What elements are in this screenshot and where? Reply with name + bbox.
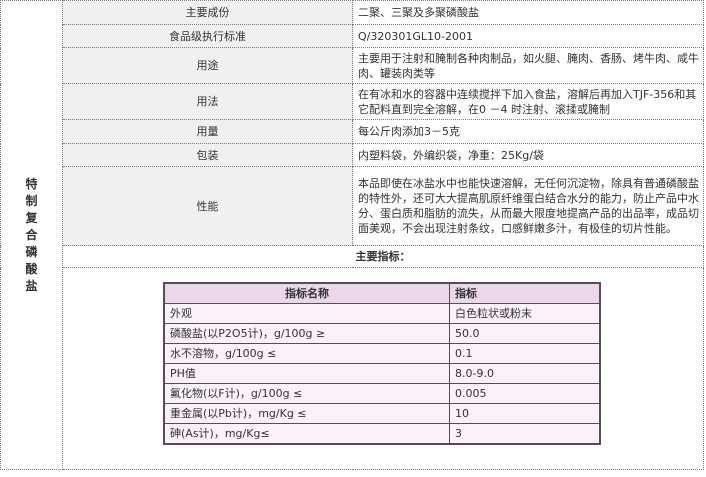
spec-name: 磷酸盐(以P2O5计)，g/100g ≥ <box>163 323 450 344</box>
table-row: 水不溶物，g/100g ≤ 0.1 <box>163 343 601 364</box>
spec-value: 50.0 <box>449 323 601 344</box>
side-title-cell: 特制复合磷酸盐 <box>0 0 63 470</box>
table-row: 氟化物(以F计)，g/100g ≤ 0.005 <box>163 383 601 404</box>
row-label-ingredients: 主要成份 <box>62 0 353 25</box>
row-label-performance: 性能 <box>62 166 353 246</box>
spec-value: 3 <box>449 423 601 445</box>
row-value-ingredients: 二聚、三聚及多聚磷酸盐 <box>352 0 704 25</box>
spec-name: 外观 <box>163 303 450 324</box>
spec-value: 0.005 <box>449 383 601 404</box>
spec-value: 8.0-9.0 <box>449 363 601 384</box>
table-row: 外观 白色粒状或粉末 <box>163 303 601 324</box>
row-label-dosage: 用量 <box>62 119 353 144</box>
spec-table: 指标名称 指标 外观 白色粒状或粉末 磷酸盐(以P2O5计)，g/100g ≥ … <box>163 282 601 445</box>
row-value-standard: Q/320301GL10-2001 <box>352 24 704 48</box>
spec-name: 水不溶物，g/100g ≤ <box>163 343 450 364</box>
table-row: PH值 8.0-9.0 <box>163 363 601 384</box>
row-value-performance: 本品即使在冰盐水中也能快速溶解，无任何沉淀物，除具有普通磷酸盐的特性外，还可大大… <box>352 166 704 246</box>
table-row: 砷(As计)，mg/Kg≤ 3 <box>163 423 601 445</box>
spec-header-name: 指标名称 <box>163 282 450 304</box>
spec-name: 氟化物(以F计)，g/100g ≤ <box>163 383 450 404</box>
row-label-packaging: 包装 <box>62 143 353 167</box>
row-value-method: 在有冰和水的容器中连续搅拌下加入食盐，溶解后再加入TJF-356和其它配料直到完… <box>352 83 704 120</box>
row-label-usage: 用途 <box>62 47 353 84</box>
table-row: 磷酸盐(以P2O5计)，g/100g ≥ 50.0 <box>163 323 601 344</box>
spec-name: 重金属(以Pb计)，mg/Kg ≤ <box>163 403 450 424</box>
row-value-dosage: 每公斤肉添加3－5克 <box>352 119 704 144</box>
row-label-standard: 食品级执行标准 <box>62 24 353 48</box>
spec-table-header: 指标名称 指标 <box>163 282 601 304</box>
product-spec-sheet: 特制复合磷酸盐 主要成份 二聚、三聚及多聚磷酸盐 食品级执行标准 Q/32030… <box>0 0 704 470</box>
spec-name: 砷(As计)，mg/Kg≤ <box>163 423 450 445</box>
spec-heading: 主要指标： <box>62 245 704 268</box>
spec-name: PH值 <box>163 363 450 384</box>
spec-header-value: 指标 <box>449 282 601 304</box>
row-value-usage: 主要用于注射和腌制各种肉制品，如火腿、腌肉、香肠、烤牛肉、咸牛肉、罐装肉类等 <box>352 47 704 84</box>
spec-value: 白色粒状或粉末 <box>449 303 601 324</box>
spec-table-cell: 指标名称 指标 外观 白色粒状或粉末 磷酸盐(以P2O5计)，g/100g ≥ … <box>62 267 704 470</box>
row-value-packaging: 内塑料袋，外编织袋，净重：25Kg/袋 <box>352 143 704 167</box>
row-label-method: 用法 <box>62 83 353 120</box>
spec-value: 10 <box>449 403 601 424</box>
side-title: 特制复合磷酸盐 <box>25 176 38 293</box>
spec-value: 0.1 <box>449 343 601 364</box>
table-row: 重金属(以Pb计)，mg/Kg ≤ 10 <box>163 403 601 424</box>
